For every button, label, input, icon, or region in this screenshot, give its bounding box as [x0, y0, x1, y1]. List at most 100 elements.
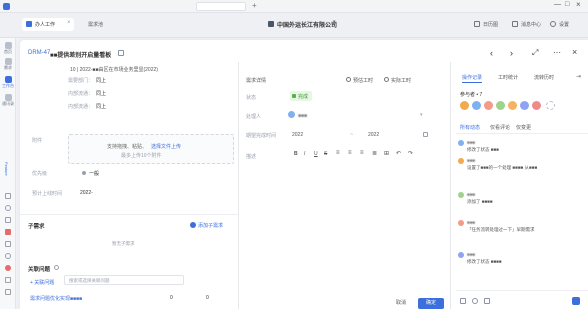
linked-search-input[interactable]: 搜索或选择关联问题: [64, 275, 184, 285]
participant-avatar[interactable]: [508, 101, 517, 110]
linked-title: 关联问题: [28, 267, 51, 273]
ticket-id[interactable]: DRM-47: [28, 50, 50, 56]
actual-icon: [384, 77, 389, 82]
right-tab-log[interactable]: 操作记录: [462, 74, 482, 81]
add-linked-link[interactable]: + 关联问题: [30, 279, 54, 286]
add-subtask-link[interactable]: 添加子需求: [198, 222, 223, 229]
list-icon[interactable]: ≣: [372, 150, 377, 157]
tool-icon-3[interactable]: [5, 217, 11, 223]
mid-tab-actual[interactable]: 实际工时: [391, 77, 411, 84]
comment-image-icon[interactable]: [460, 298, 466, 304]
detail-card: DRM-47 ■■提供差别开启量看板 ‹ › ⤢ ⋯ × 10 | 2022-■…: [20, 40, 588, 309]
comment-mention-icon[interactable]: [484, 298, 490, 304]
rail-item-workbench[interactable]: 工作台: [2, 76, 14, 89]
participant-avatar[interactable]: [520, 101, 529, 110]
more-icon[interactable]: ⋯: [553, 48, 561, 57]
feed-item: ■■■ 添加了 ■■■■: [458, 192, 586, 210]
status-badge[interactable]: 完成: [290, 91, 312, 101]
participant-avatar[interactable]: [460, 101, 469, 110]
rail-item-demand[interactable]: 需求: [2, 58, 14, 71]
participant-avatar[interactable]: [472, 101, 481, 110]
cancel-button[interactable]: 取消: [390, 298, 412, 309]
redo-icon[interactable]: ↷: [408, 150, 413, 157]
attachment-limit: 最多上传10个附件: [121, 153, 162, 159]
right-tab-flow[interactable]: 流转历时: [534, 74, 554, 81]
tool-icon-5[interactable]: [5, 241, 11, 247]
edit-icon[interactable]: [118, 50, 124, 56]
description-editor[interactable]: [290, 162, 440, 298]
settings-link[interactable]: 设置: [559, 21, 569, 28]
calendar-link[interactable]: 日历图: [483, 21, 498, 28]
owner-dropdown-icon[interactable]: ▾: [420, 112, 423, 118]
undo-icon[interactable]: ↶: [396, 150, 401, 157]
tool-icon-2[interactable]: [5, 205, 11, 211]
company-dropdown-icon[interactable]: ▾: [333, 19, 336, 25]
collapse-icon[interactable]: ⇥: [576, 73, 581, 80]
window-close-icon[interactable]: ×: [576, 0, 581, 9]
owner-avatar: [288, 111, 295, 118]
comment-send-icon[interactable]: [572, 297, 580, 305]
tab-demand-pool[interactable]: 需求池: [80, 18, 120, 31]
align-center-icon[interactable]: ≡: [348, 150, 352, 156]
date-end[interactable]: 2022: [368, 132, 379, 138]
align-left-icon[interactable]: ≡: [336, 150, 340, 156]
mid-tab-detail[interactable]: 需求详情: [246, 77, 266, 84]
feed-avatar: [458, 158, 464, 164]
participant-avatar[interactable]: [532, 101, 541, 110]
window-min-icon[interactable]: —: [554, 1, 561, 8]
rail-item-contacts[interactable]: 通讯录: [2, 94, 14, 107]
next-icon[interactable]: ›: [510, 48, 513, 58]
calendar-icon[interactable]: [423, 132, 428, 137]
add-icon[interactable]: +: [252, 1, 257, 10]
feed-tab-all[interactable]: 所有动态: [460, 124, 480, 131]
attachment-upload-link[interactable]: 选择文件上传: [151, 143, 181, 150]
tool-icon-6[interactable]: [5, 253, 11, 259]
close-icon[interactable]: ×: [67, 20, 71, 26]
align-right-icon[interactable]: ≡: [360, 150, 364, 156]
priority-value[interactable]: 一般: [89, 170, 99, 177]
linked-search-placeholder: 搜索或选择关联问题: [69, 278, 110, 283]
feed-avatar: [458, 192, 464, 198]
share-icon[interactable]: ⤢: [532, 48, 538, 58]
window-max-icon[interactable]: □: [565, 1, 569, 8]
plan-date-value[interactable]: 2022-: [80, 190, 93, 196]
right-tab-hours[interactable]: 工时统计: [498, 74, 518, 81]
settings-icon[interactable]: [550, 21, 556, 27]
field-value-dept: 同上: [96, 78, 107, 84]
message-icon[interactable]: [512, 21, 518, 27]
tool-icon-1[interactable]: [5, 193, 11, 199]
feed-divider: [456, 133, 588, 134]
participant-avatar[interactable]: [496, 101, 505, 110]
table-icon[interactable]: ⊞: [384, 150, 389, 157]
date-start[interactable]: 2022: [292, 132, 303, 138]
close-icon[interactable]: ×: [572, 47, 577, 57]
rail-item-home[interactable]: 首页: [2, 42, 14, 55]
bold-icon[interactable]: B: [294, 151, 298, 157]
calendar-icon[interactable]: [474, 21, 480, 27]
add-subtask-icon[interactable]: [190, 222, 196, 228]
feed-tab-comments[interactable]: 仅看评论: [490, 124, 510, 131]
confirm-button[interactable]: 确定: [418, 298, 444, 309]
linked-row-title[interactable]: 需求问题优化实现■■■■: [30, 295, 82, 302]
participant-avatar[interactable]: [484, 101, 493, 110]
prev-icon[interactable]: ‹: [490, 48, 493, 58]
tool-icon-8[interactable]: [5, 277, 11, 283]
italic-icon[interactable]: I: [304, 151, 305, 157]
tool-icon-4[interactable]: [5, 229, 11, 235]
ticket-title: ■■提供差别开启量看板: [50, 53, 112, 59]
message-link[interactable]: 消息中心: [521, 21, 541, 28]
comment-attach-icon[interactable]: [472, 298, 478, 304]
tool-icon-7[interactable]: [5, 265, 11, 271]
strike-icon[interactable]: S: [324, 151, 327, 157]
search-box[interactable]: [196, 2, 246, 11]
add-participant-icon[interactable]: [546, 101, 555, 110]
owner-value[interactable]: ■■■: [298, 113, 307, 119]
tab-work[interactable]: 办人工作 ×: [22, 18, 74, 31]
tool-icon-9[interactable]: [5, 289, 11, 295]
attachment-dropzone[interactable]: 支持拖拽、粘贴、 选择文件上传 最多上传10个附件: [68, 134, 234, 164]
home-icon: [4, 42, 12, 49]
mid-tab-estimate[interactable]: 预估工时: [353, 77, 373, 84]
feed-tab-changes[interactable]: 仅变更: [516, 124, 531, 131]
feed-name: ■■■: [467, 220, 476, 225]
underline-icon[interactable]: U: [314, 151, 318, 157]
